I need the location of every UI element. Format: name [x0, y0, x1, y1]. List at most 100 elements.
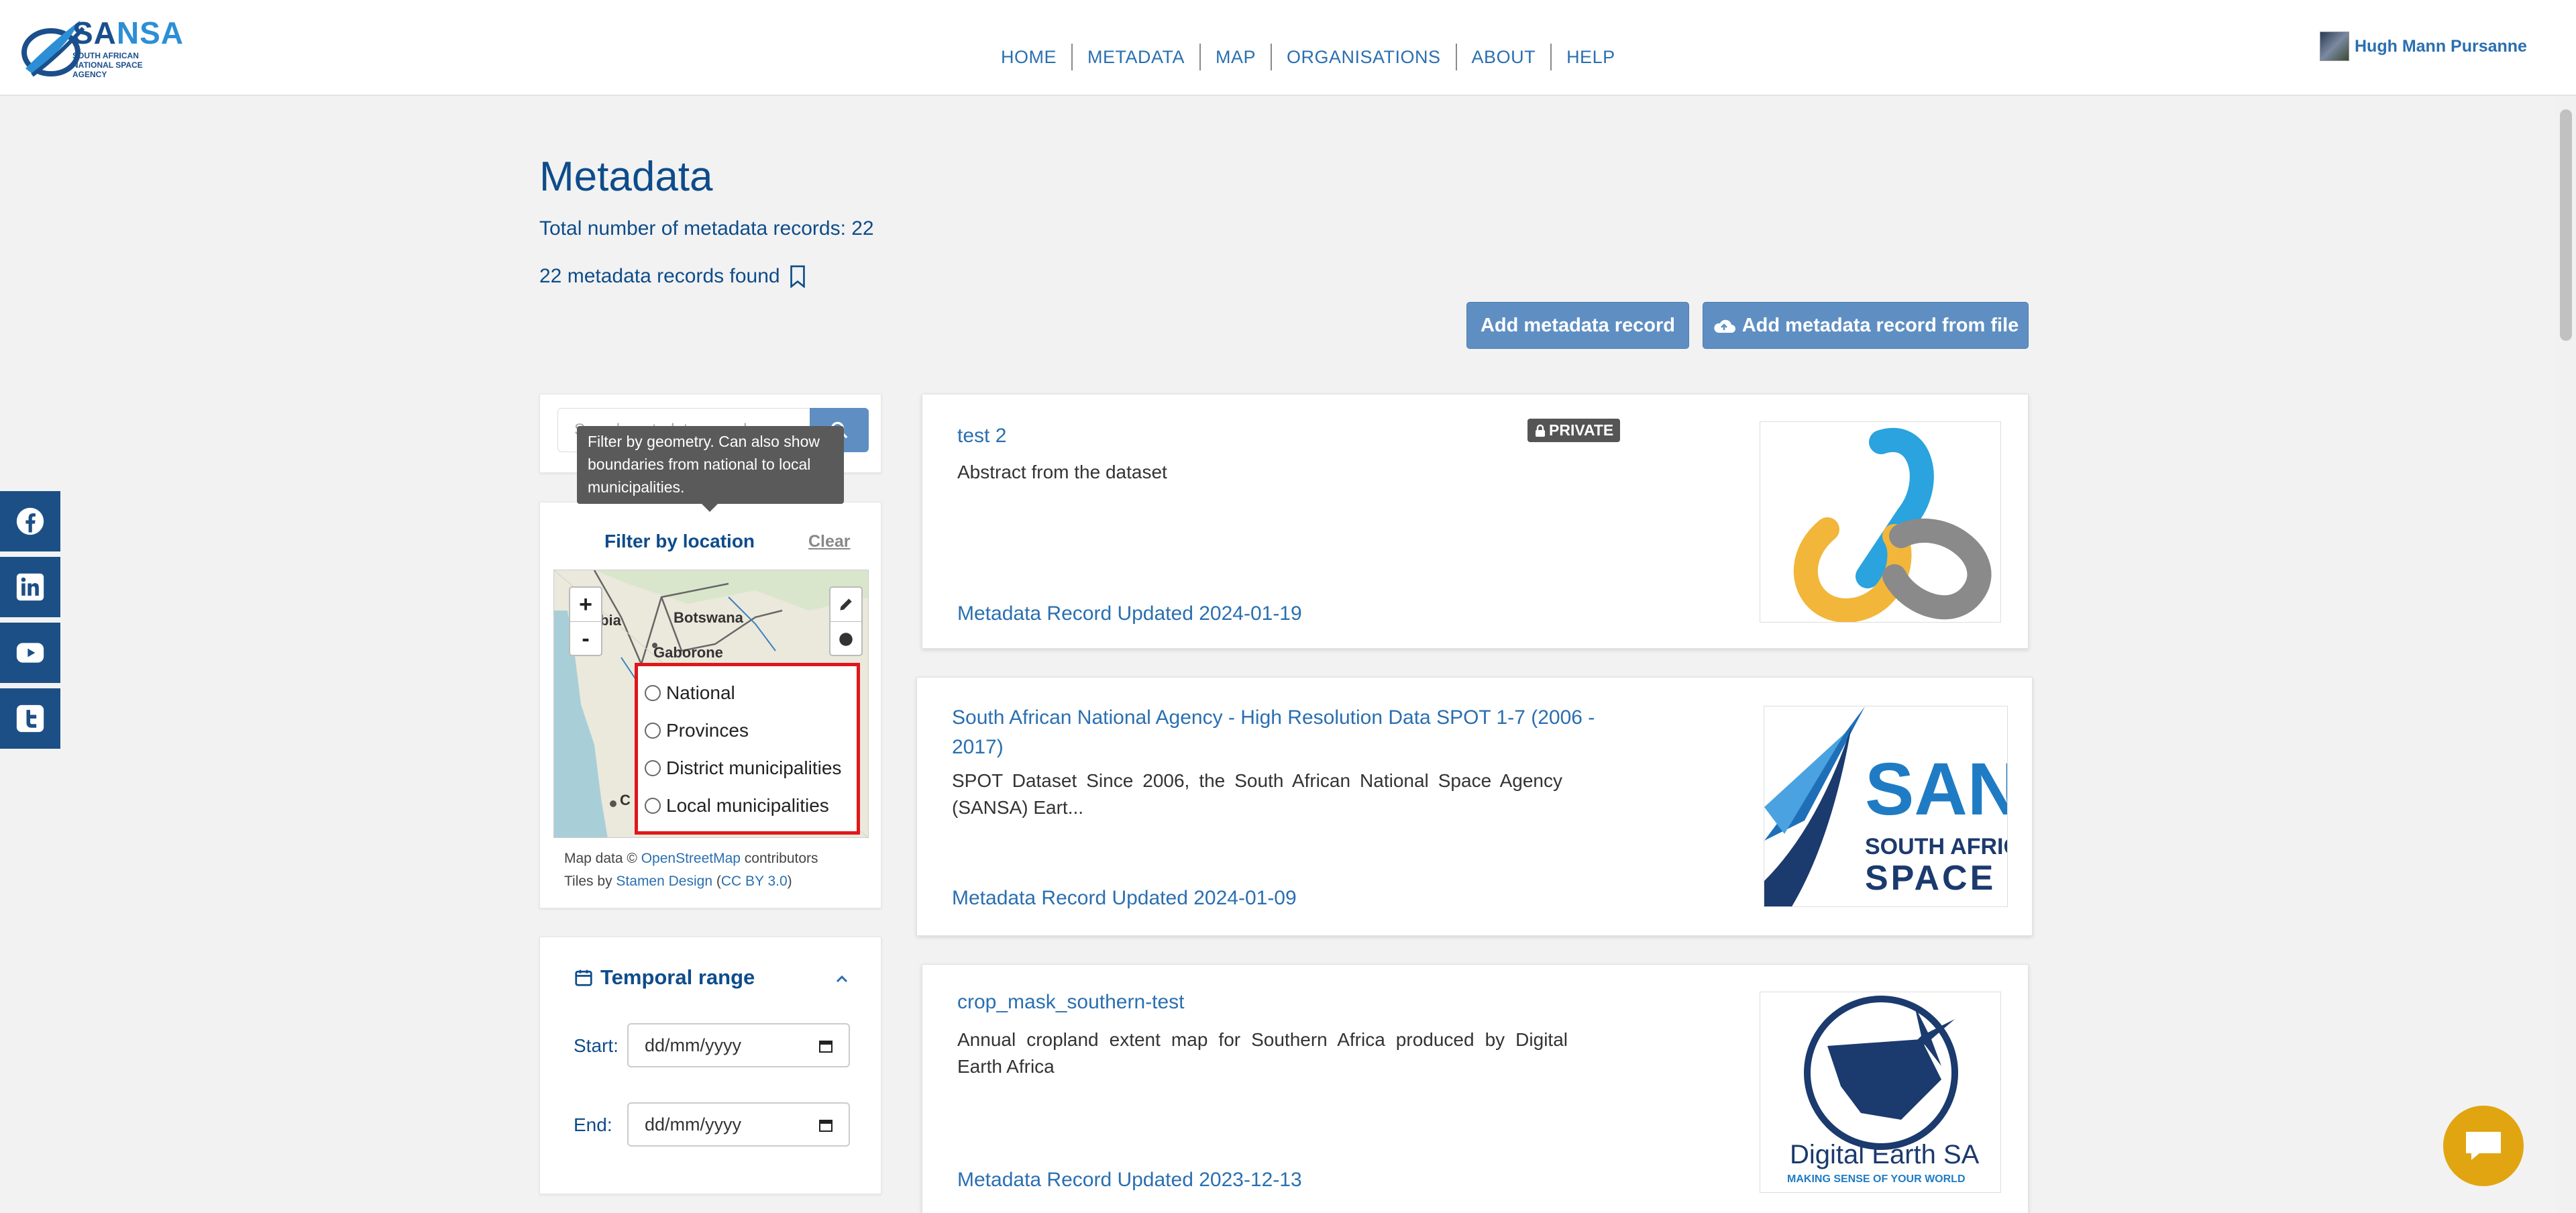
youtube-button[interactable]: [0, 623, 60, 683]
location-filter-tooltip: Filter by geometry. Can also show bounda…: [577, 426, 844, 504]
facebook-icon: [16, 507, 44, 535]
end-date-label: End:: [574, 1114, 612, 1135]
record-updated[interactable]: Metadata Record Updated 2024-01-19: [957, 602, 1302, 625]
end-date-input[interactable]: dd/mm/yyyy: [627, 1102, 850, 1147]
logo-subtitle: SOUTH AFRICAN NATIONAL SPACE AGENCY: [72, 51, 143, 79]
scrollbar[interactable]: [2556, 96, 2576, 1213]
bookmark-icon[interactable]: [788, 265, 807, 288]
zoom-out-button[interactable]: -: [570, 622, 601, 656]
main-nav: HOME METADATA MAP ORGANISATIONS ABOUT HE…: [986, 44, 1630, 70]
add-metadata-record-button[interactable]: Add metadata record: [1466, 302, 1689, 349]
record-abstract: Annual cropland extent map for Southern …: [957, 1029, 1568, 1077]
location-filter-clear[interactable]: Clear: [808, 532, 851, 551]
radio-local[interactable]: [645, 798, 661, 814]
linkedin-icon: [16, 573, 44, 601]
add-metadata-from-file-label: Add metadata record from file: [1741, 314, 2019, 336]
cloud-upload-icon: [1714, 319, 1735, 333]
nav-help[interactable]: HELP: [1552, 44, 1630, 70]
linkedin-button[interactable]: [0, 557, 60, 617]
boundary-label-district: District municipalities: [666, 757, 842, 778]
nav-metadata[interactable]: METADATA: [1073, 44, 1201, 70]
boundary-option-district[interactable]: District municipalities: [645, 749, 850, 787]
record-abstract: SPOT Dataset Since 2006, the South Afric…: [952, 770, 1562, 818]
chevron-up-icon[interactable]: [834, 971, 850, 987]
record-thumbnail[interactable]: [1760, 421, 2001, 623]
map-zoom-control: + -: [569, 586, 602, 656]
user-name[interactable]: Hugh Mann Pursanne: [2355, 37, 2527, 56]
temporal-range-title[interactable]: Temporal range: [574, 965, 755, 990]
youtube-icon: [16, 643, 44, 663]
map-attribution: Map data © OpenStreetMap contributors Ti…: [564, 851, 818, 889]
metadata-record-card: crop_mask_southern-test Annual cropland …: [922, 964, 2029, 1213]
avatar: [2320, 32, 2349, 61]
map-label-botswana: Botswana: [674, 609, 743, 626]
twitter-icon: [16, 704, 44, 733]
boundary-option-provinces[interactable]: Provinces: [645, 712, 850, 749]
thumb-text-digital-earth: Digital Earth SA: [1790, 1140, 1980, 1169]
tooltip-arrow: [702, 504, 718, 512]
draw-polygon-button[interactable]: [830, 588, 861, 622]
nav-about[interactable]: ABOUT: [1457, 44, 1552, 70]
stamen-link[interactable]: Stamen Design: [616, 874, 712, 889]
calendar-picker-icon[interactable]: [818, 1038, 834, 1054]
add-metadata-from-file-button[interactable]: Add metadata record from file: [1703, 302, 2029, 349]
thumb-text-space: SPACE A: [1865, 859, 2007, 898]
twitter-button[interactable]: [0, 688, 60, 749]
page-title: Metadata: [539, 154, 713, 200]
record-updated[interactable]: Metadata Record Updated 2023-12-13: [957, 1169, 1302, 1192]
calendar-picker-icon[interactable]: [818, 1117, 834, 1133]
scrollbar-thumb[interactable]: [2560, 109, 2572, 341]
boundary-selector: National Provinces District municipaliti…: [635, 663, 860, 835]
radio-provinces[interactable]: [645, 723, 661, 739]
circle-icon: [839, 632, 853, 646]
boundary-option-national[interactable]: National: [645, 674, 850, 712]
total-records-count: Total number of metadata records: 22: [539, 217, 874, 240]
openstreetmap-link[interactable]: OpenStreetMap: [641, 851, 741, 866]
map-label-cape: C: [620, 792, 631, 808]
nav-organisations[interactable]: ORGANISATIONS: [1272, 44, 1457, 70]
zoom-in-button[interactable]: +: [570, 588, 601, 622]
record-thumbnail[interactable]: Digital Earth SA MAKING SENSE OF YOUR WO…: [1760, 992, 2001, 1193]
start-date-label: Start:: [574, 1035, 619, 1056]
thumb-text-san: SAN: [1865, 748, 2008, 831]
radio-national[interactable]: [645, 685, 661, 701]
thumb-text-south-africa: SOUTH AFRICA: [1865, 834, 2007, 859]
chat-button[interactable]: [2443, 1106, 2524, 1186]
nav-home[interactable]: HOME: [986, 44, 1073, 70]
radio-district[interactable]: [645, 760, 661, 776]
boundary-option-local[interactable]: Local municipalities: [645, 787, 850, 825]
record-title-link[interactable]: crop_mask_southern-test: [957, 988, 1628, 1017]
pencil-icon: [840, 598, 852, 611]
temporal-range-panel: Temporal range Start: dd/mm/yyyy End: dd…: [539, 937, 881, 1194]
private-badge: PRIVATE: [1527, 419, 1621, 442]
map-draw-tools: [829, 586, 863, 656]
boundary-label-national: National: [666, 682, 735, 703]
nav-map[interactable]: MAP: [1201, 44, 1273, 70]
facebook-button[interactable]: [0, 491, 60, 551]
location-map[interactable]: ibia Botswana Gaborone C + - National Pr…: [553, 570, 869, 838]
record-title-link[interactable]: South African National Agency - High Res…: [952, 703, 1623, 762]
location-filter-panel: Filter by location Clear ibia Botswana G…: [539, 502, 881, 908]
metadata-record-card: test 2 PRIVATE Abstract from the dataset…: [922, 394, 2029, 649]
records-found: 22 metadata records found: [539, 265, 807, 288]
start-date-input[interactable]: dd/mm/yyyy: [627, 1023, 850, 1067]
chat-icon: [2466, 1132, 2501, 1160]
social-sidebar: [0, 491, 60, 754]
logo-wordmark: SANSA: [72, 15, 184, 50]
draw-point-button[interactable]: [830, 622, 861, 656]
lock-icon: [1536, 424, 1545, 437]
trefoil-logo-icon: [1793, 428, 1992, 622]
cc-by-link[interactable]: CC BY 3.0: [721, 874, 788, 889]
user-menu[interactable]: Hugh Mann Pursanne: [2320, 32, 2527, 61]
map-label-gaborone: Gaborone: [653, 644, 723, 661]
calendar-icon: [575, 969, 592, 986]
record-updated[interactable]: Metadata Record Updated 2024-01-09: [952, 887, 1297, 910]
record-thumbnail[interactable]: SAN SOUTH AFRICA SPACE A: [1764, 706, 2008, 907]
boundary-label-local: Local municipalities: [666, 795, 829, 816]
boundary-label-provinces: Provinces: [666, 720, 749, 741]
location-filter-title: Filter by location: [604, 531, 755, 551]
records-found-label: 22 metadata records found: [539, 265, 780, 287]
record-abstract: Abstract from the dataset: [957, 462, 1167, 482]
thumb-text-tagline: MAKING SENSE OF YOUR WORLD: [1787, 1173, 1966, 1185]
metadata-record-card: South African National Agency - High Res…: [916, 677, 2033, 936]
